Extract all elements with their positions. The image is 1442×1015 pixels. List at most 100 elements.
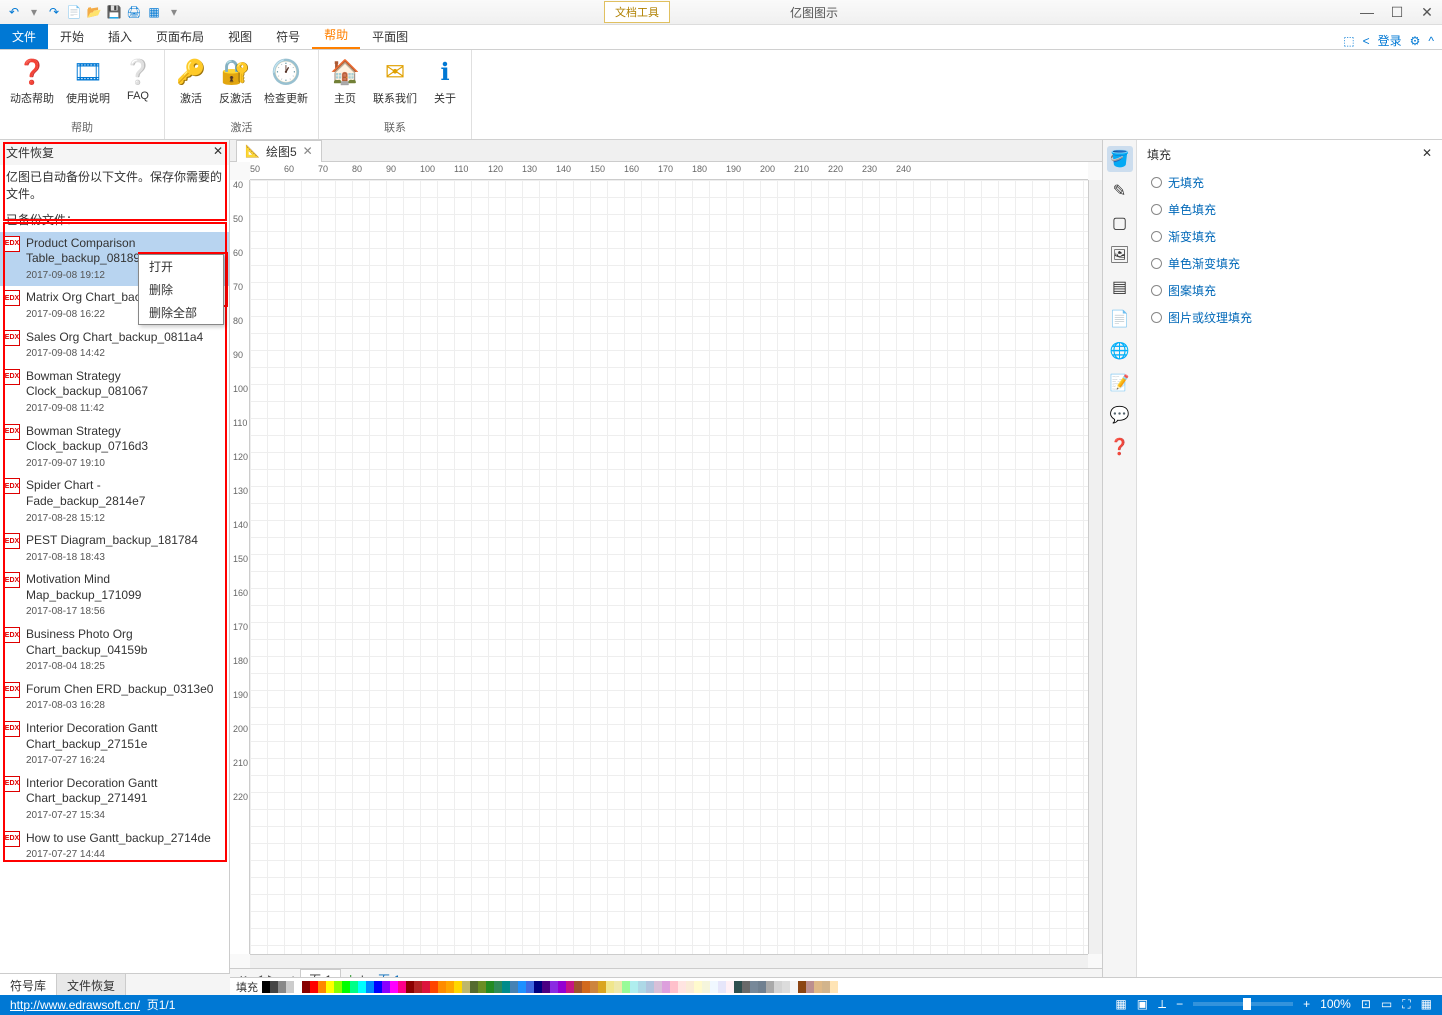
color-swatch[interactable] [822,981,830,993]
color-swatch[interactable] [742,981,750,993]
color-swatch[interactable] [686,981,694,993]
redo-icon[interactable]: ↷ [45,3,63,21]
view-mode-2-icon[interactable]: ▣ [1137,997,1148,1011]
close-doc-icon[interactable]: ✕ [303,144,313,158]
backup-file-item[interactable]: EDXInterior Decoration Gantt Chart_backu… [0,772,229,827]
color-swatch[interactable] [582,981,590,993]
color-swatch[interactable] [758,981,766,993]
color-swatch[interactable] [470,981,478,993]
color-swatch[interactable] [542,981,550,993]
color-swatch[interactable] [326,981,334,993]
color-swatch[interactable] [806,981,814,993]
minimize-button[interactable]: — [1352,0,1382,25]
backup-file-item[interactable]: EDXMotivation Mind Map_backup_1710992017… [0,568,229,623]
collapse-ribbon-icon[interactable]: ^ [1428,34,1434,48]
color-swatch[interactable] [366,981,374,993]
color-swatch[interactable] [334,981,342,993]
undo-icon[interactable]: ↶ [5,3,23,21]
tab-floor-plan[interactable]: 平面图 [360,24,420,49]
tab-start[interactable]: 开始 [48,24,96,49]
login-link[interactable]: 登录 [1378,32,1402,49]
color-swatch[interactable] [638,981,646,993]
grid-icon[interactable]: ▦ [1421,997,1432,1011]
color-swatch[interactable] [382,981,390,993]
scrollbar-horizontal[interactable] [250,954,1088,968]
color-swatch[interactable] [358,981,366,993]
color-swatch[interactable] [670,981,678,993]
fit-width-icon[interactable]: ▭ [1381,997,1392,1011]
drawing-canvas[interactable] [250,180,1088,954]
color-swatch[interactable] [318,981,326,993]
color-swatches[interactable] [262,981,838,993]
color-swatch[interactable] [342,981,350,993]
color-swatch[interactable] [646,981,654,993]
color-swatch[interactable] [518,981,526,993]
fill-option-gradient[interactable]: 渐变填充 [1147,223,1432,250]
backup-file-item[interactable]: EDXForum Chen ERD_backup_0313e02017-08-0… [0,678,229,717]
deactivate-button[interactable]: 🔐反激活 [217,54,254,117]
shadow-panel-icon[interactable]: ▢ [1107,210,1133,236]
zoom-out-icon[interactable]: − [1176,997,1183,1011]
color-swatch[interactable] [350,981,358,993]
color-swatch[interactable] [574,981,582,993]
color-swatch[interactable] [566,981,574,993]
fill-panel-icon[interactable]: 🪣 [1107,146,1133,172]
color-swatch[interactable] [750,981,758,993]
color-swatch[interactable] [790,981,798,993]
color-swatch[interactable] [798,981,806,993]
color-swatch[interactable] [414,981,422,993]
zoom-level[interactable]: 100% [1320,997,1351,1011]
color-swatch[interactable] [310,981,318,993]
color-swatch[interactable] [486,981,494,993]
faq-button[interactable]: ❔FAQ [120,54,156,117]
save-icon[interactable]: 💾 [105,3,123,21]
layer-panel-icon[interactable]: ▤ [1107,274,1133,300]
color-swatch[interactable] [398,981,406,993]
color-swatch[interactable] [294,981,302,993]
color-swatch[interactable] [302,981,310,993]
color-swatch[interactable] [270,981,278,993]
share-icon[interactable]: < [1363,34,1370,48]
color-swatch[interactable] [374,981,382,993]
color-swatch[interactable] [446,981,454,993]
picture-panel-icon[interactable]: 🖼 [1107,242,1133,268]
color-swatch[interactable] [662,981,670,993]
open-icon[interactable]: 📂 [85,3,103,21]
backup-file-item[interactable]: EDXSales Org Chart_backup_0811a42017-09-… [0,326,229,365]
tab-symbol-library[interactable]: 符号库 [0,974,57,995]
dynamic-help-button[interactable]: ❓动态帮助 [8,54,56,117]
homepage-button[interactable]: 🏠主页 [327,54,363,117]
color-swatch[interactable] [622,981,630,993]
tab-view[interactable]: 视图 [216,24,264,49]
color-swatch[interactable] [526,981,534,993]
fill-option-none[interactable]: 无填充 [1147,169,1432,196]
backup-file-item[interactable]: EDXInterior Decoration Gantt Chart_backu… [0,717,229,772]
qat-more-icon[interactable]: ▾ [165,3,183,21]
color-swatch[interactable] [286,981,294,993]
line-panel-icon[interactable]: ✎ [1107,178,1133,204]
color-swatch[interactable] [262,981,270,993]
color-swatch[interactable] [502,981,510,993]
backup-file-item[interactable]: EDXBowman Strategy Clock_backup_0716d320… [0,420,229,475]
backup-file-list[interactable]: EDXProduct Comparison Table_backup_08189… [0,232,229,990]
tab-file[interactable]: 文件 [0,24,48,49]
ctx-delete-all[interactable]: 删除全部 [139,301,223,324]
color-swatch[interactable] [438,981,446,993]
color-swatch[interactable] [510,981,518,993]
export-icon[interactable]: ▦ [145,3,163,21]
hyperlink-panel-icon[interactable]: 🌐 [1107,338,1133,364]
backup-file-item[interactable]: EDXBowman Strategy Clock_backup_08106720… [0,365,229,420]
maximize-button[interactable]: ☐ [1382,0,1412,25]
doc-tab-drawing5[interactable]: 📐 绘图5 ✕ [236,140,322,162]
color-swatch[interactable] [774,981,782,993]
activate-button[interactable]: 🔑激活 [173,54,209,117]
tab-help[interactable]: 帮助 [312,22,360,49]
color-swatch[interactable] [590,981,598,993]
color-swatch[interactable] [454,981,462,993]
manual-button[interactable]: 🎞使用说明 [64,54,112,117]
color-swatch[interactable] [782,981,790,993]
color-swatch[interactable] [558,981,566,993]
about-button[interactable]: ℹ关于 [427,54,463,117]
tab-page-layout[interactable]: 页面布局 [144,24,216,49]
color-swatch[interactable] [390,981,398,993]
